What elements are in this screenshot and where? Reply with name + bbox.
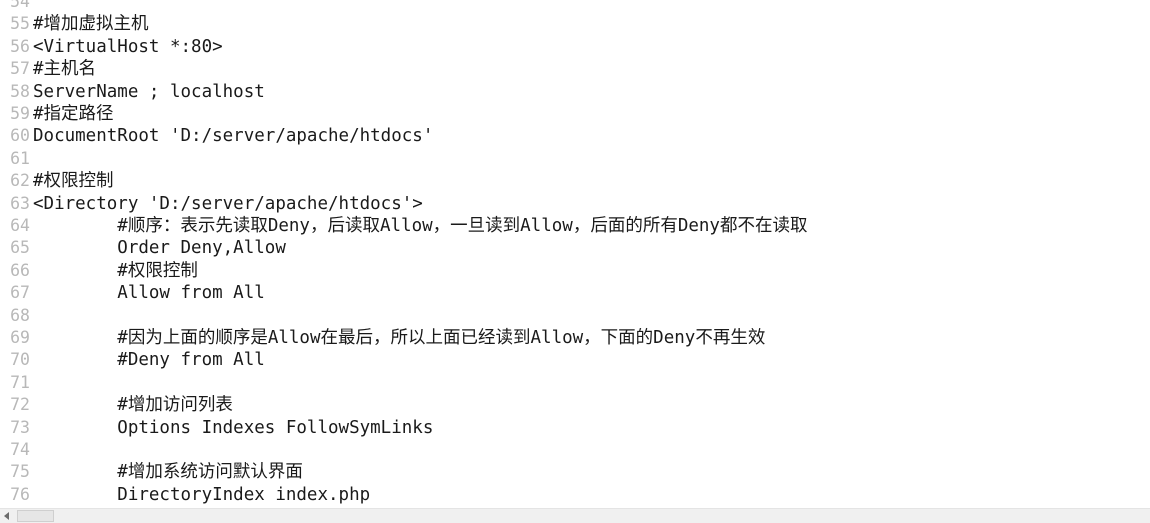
code-line[interactable]: 55 #增加虚拟主机	[0, 13, 1150, 35]
code-line[interactable]: 72 #增加访问列表	[0, 394, 1150, 416]
code-line[interactable]: 59 #指定路径	[0, 103, 1150, 125]
code-line-text: #顺序：表示先读取Deny，后读取Allow，一旦读到Allow，后面的所有De…	[33, 216, 808, 236]
code-line-text: Allow from All	[33, 283, 265, 304]
code-line-text: <VirtualHost *:80>	[33, 36, 223, 57]
code-line-text: Order Deny,Allow	[33, 238, 286, 259]
line-number: 70	[10, 350, 30, 370]
line-number: 56	[10, 36, 30, 56]
code-line-text: #权限控制	[33, 260, 198, 281]
code-line[interactable]: 61	[0, 148, 1150, 170]
code-line[interactable]: 65 Order Deny,Allow	[0, 237, 1150, 259]
code-line[interactable]: 67 Allow from All	[0, 282, 1150, 304]
code-line[interactable]: 60 DocumentRoot 'D:/server/apache/htdocs'	[0, 125, 1150, 147]
chevron-left-icon	[4, 512, 9, 520]
code-line-text: #权限控制	[33, 171, 114, 192]
line-number: 71	[10, 372, 30, 392]
code-line-text: #主机名	[33, 59, 97, 80]
code-line-text: #增加虚拟主机	[33, 14, 149, 35]
line-number: 66	[10, 260, 30, 280]
code-line[interactable]: 64 #顺序：表示先读取Deny，后读取Allow，一旦读到Allow，后面的所…	[0, 215, 1150, 237]
line-number: 68	[10, 305, 30, 325]
horizontal-scrollbar-thumb[interactable]	[17, 510, 54, 522]
code-line[interactable]: 63 <Directory 'D:/server/apache/htdocs'>	[0, 193, 1150, 215]
line-number: 57	[10, 59, 30, 79]
line-number: 54	[10, 0, 30, 11]
line-number: 76	[10, 484, 30, 504]
code-line[interactable]: 70 #Deny from All	[0, 349, 1150, 371]
line-number: 73	[10, 417, 30, 437]
code-line[interactable]: 71	[0, 372, 1150, 394]
line-number: 67	[10, 283, 30, 303]
code-line[interactable]: 74	[0, 439, 1150, 461]
line-number: 58	[10, 81, 30, 101]
code-line-text: #指定路径	[33, 104, 114, 124]
line-number: 61	[10, 148, 30, 168]
line-number: 75	[10, 462, 30, 482]
code-line[interactable]: 68	[0, 305, 1150, 327]
horizontal-scrollbar[interactable]	[0, 508, 1150, 523]
code-line-text: #增加访问列表	[33, 395, 233, 416]
line-number: 65	[10, 238, 30, 258]
code-line-text: DocumentRoot 'D:/server/apache/htdocs'	[33, 126, 434, 147]
line-number: 69	[10, 328, 30, 347]
code-line-text: ServerName ; localhost	[33, 81, 265, 102]
line-number: 60	[10, 126, 30, 146]
line-number: 59	[10, 104, 30, 123]
code-line-text: #Deny from All	[33, 350, 265, 371]
code-line-text: <Directory 'D:/server/apache/htdocs'>	[33, 193, 423, 214]
code-content-area[interactable]: 54 55 #增加虚拟主机 56 <VirtualHost *:80> 57 #主机名 58 S…	[0, 0, 1150, 508]
code-line[interactable]: 58 ServerName ; localhost	[0, 81, 1150, 103]
code-line[interactable]: 56 <VirtualHost *:80>	[0, 36, 1150, 58]
code-line-text: DirectoryIndex index.php	[33, 484, 371, 505]
line-number: 63	[10, 193, 30, 213]
line-number: 55	[10, 14, 30, 34]
code-line-text: #增加系统访问默认界面	[33, 462, 303, 483]
code-line-text: Options Indexes FollowSymLinks	[33, 417, 434, 438]
code-line[interactable]: 66 #权限控制	[0, 260, 1150, 282]
line-number: 74	[10, 440, 30, 459]
line-number: 64	[10, 216, 30, 235]
code-line[interactable]: 69 #因为上面的顺序是Allow在最后，所以上面已经读到Allow，下面的De…	[0, 327, 1150, 349]
scroll-left-arrow-icon[interactable]	[0, 509, 15, 523]
horizontal-scrollbar-track[interactable]	[55, 509, 1150, 523]
code-line[interactable]: 73 Options Indexes FollowSymLinks	[0, 417, 1150, 439]
line-number: 72	[10, 395, 30, 415]
code-line[interactable]: 76 DirectoryIndex index.php	[0, 484, 1150, 506]
code-line[interactable]: 62 #权限控制	[0, 170, 1150, 192]
code-editor-pane[interactable]: 54 55 #增加虚拟主机 56 <VirtualHost *:80> 57 #主机名 58 S…	[0, 0, 1150, 523]
line-number: 62	[10, 171, 30, 191]
code-line[interactable]: 75 #增加系统访问默认界面	[0, 461, 1150, 483]
code-line[interactable]: 57 #主机名	[0, 58, 1150, 80]
code-line-text: #因为上面的顺序是Allow在最后，所以上面已经读到Allow，下面的Deny不…	[33, 328, 766, 348]
code-line[interactable]: 54	[0, 0, 1150, 13]
